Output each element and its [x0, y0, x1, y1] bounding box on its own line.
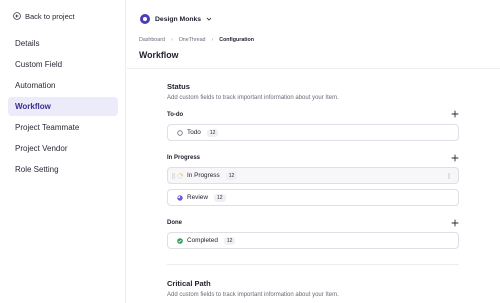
status-row-review[interactable]: Review 12 [167, 189, 459, 206]
back-to-project-link[interactable]: Back to project [13, 10, 75, 22]
workspace-switcher[interactable]: Design Monks [140, 14, 212, 24]
status-section-description: Add custom fields to track important inf… [167, 95, 339, 101]
status-count-badge: 12 [225, 171, 238, 180]
chevron-down-icon [206, 17, 212, 21]
status-row-todo[interactable]: Todo 12 [167, 124, 459, 141]
chevron-right-icon: › [170, 37, 173, 43]
breadcrumb-onethread[interactable]: OneThread [179, 37, 206, 43]
breadcrumb-configuration: Configuration [219, 37, 254, 43]
sidebar-item-project-teammate[interactable]: Project Teammate [8, 118, 118, 137]
arrow-left-circle-icon [13, 12, 21, 20]
circle-outline-icon [177, 129, 183, 136]
page-title: Workflow [139, 50, 179, 60]
breadcrumb: Dashboard › OneThread › Configuration [139, 37, 254, 43]
more-options-icon[interactable] [448, 173, 450, 179]
add-in-progress-status-plus-icon[interactable] [451, 154, 459, 162]
progress-icon [177, 172, 183, 179]
status-name: In Progress [187, 172, 220, 179]
sidebar-item-label: Project Teammate [15, 123, 80, 132]
sidebar-item-automation[interactable]: Automation [8, 76, 118, 95]
sidebar-item-label: Workflow [15, 102, 51, 111]
status-name: Completed [187, 237, 218, 244]
status-name: Review [187, 194, 208, 201]
sidebar-item-role-setting[interactable]: Role Setting [8, 160, 118, 179]
sidebar-item-workflow[interactable]: Workflow [8, 97, 118, 116]
status-row-completed[interactable]: Completed 12 [167, 232, 459, 249]
status-section-title: Status [167, 82, 190, 91]
sidebar-item-label: Automation [15, 81, 56, 90]
add-done-status-plus-icon[interactable] [451, 219, 459, 227]
back-label: Back to project [25, 11, 75, 21]
drag-handle-icon[interactable] [172, 173, 175, 179]
group-label-in-progress: In Progress [167, 155, 201, 161]
check-circle-icon [177, 237, 183, 244]
breadcrumb-dashboard[interactable]: Dashboard [139, 37, 165, 43]
chevron-right-icon: › [211, 37, 214, 43]
critical-path-section-title: Critical Path [167, 279, 211, 288]
review-icon [177, 194, 183, 201]
workspace-logo [140, 14, 150, 24]
status-row-in-progress[interactable]: In Progress 12 [167, 167, 459, 184]
critical-path-section-description: Add custom fields to track important inf… [167, 292, 339, 298]
sidebar: Back to project Details Custom Field Aut… [0, 0, 126, 303]
group-label-done: Done [167, 220, 182, 226]
sidebar-item-project-vendor[interactable]: Project Vendor [8, 139, 118, 158]
group-label-todo: To-do [167, 112, 184, 118]
status-count-badge: 12 [206, 128, 219, 137]
sidebar-item-label: Role Setting [15, 165, 59, 174]
section-divider [167, 264, 459, 265]
add-todo-status-plus-icon[interactable] [451, 110, 459, 118]
status-count-badge: 12 [223, 236, 236, 245]
sidebar-item-label: Project Vendor [15, 144, 68, 153]
status-name: Todo [187, 129, 201, 136]
header-divider [127, 68, 500, 69]
sidebar-item-custom-field[interactable]: Custom Field [8, 55, 118, 74]
sidebar-item-details[interactable]: Details [8, 34, 118, 53]
sidebar-item-label: Custom Field [15, 60, 63, 69]
status-count-badge: 12 [213, 193, 226, 202]
workspace-name: Design Monks [155, 15, 202, 23]
sidebar-item-label: Details [15, 39, 40, 48]
main-content: Design Monks Dashboard › OneThread › Con… [127, 0, 500, 303]
